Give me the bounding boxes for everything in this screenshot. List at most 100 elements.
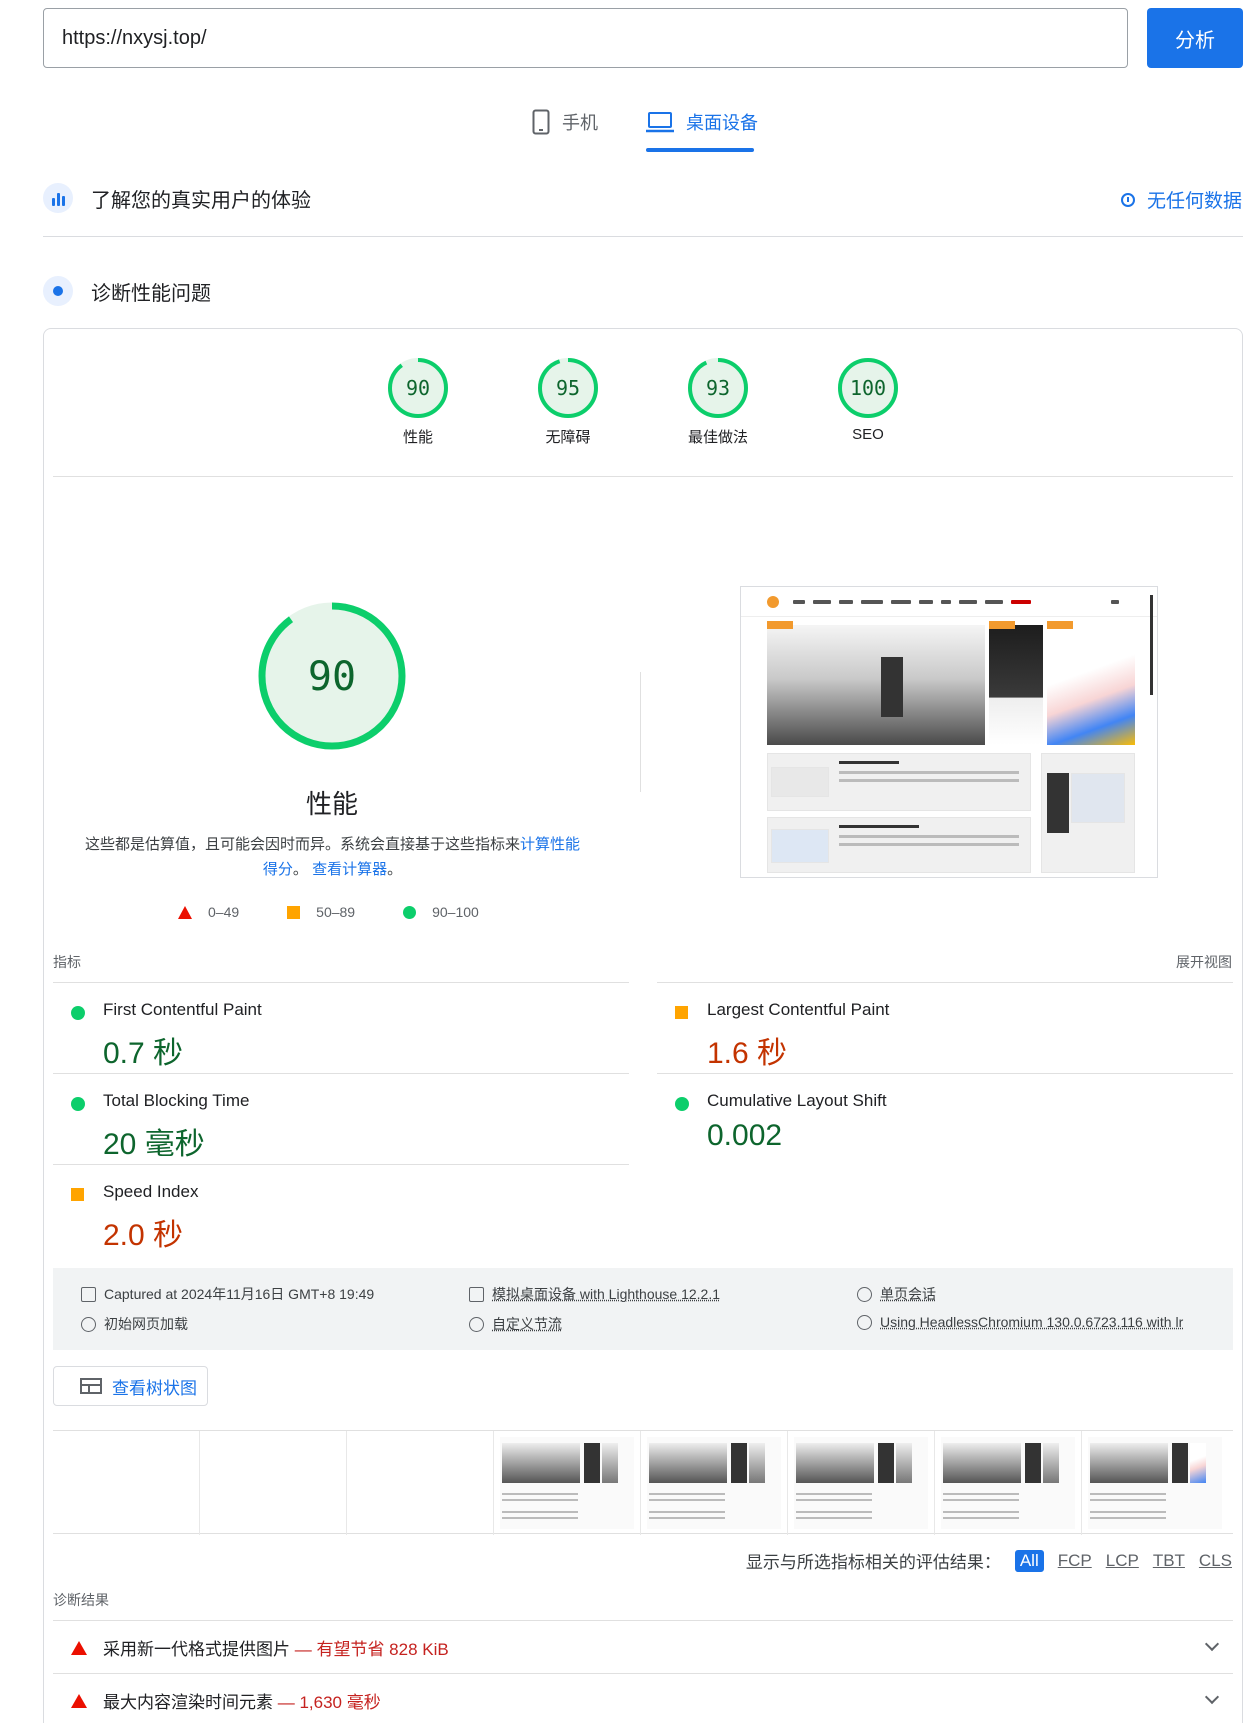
throttling[interactable]: 自定义节流 — [469, 1314, 562, 1334]
phone-icon — [532, 109, 550, 135]
metric-name: Largest Contentful Paint — [707, 1000, 890, 1019]
tab-mobile-label: 手机 — [562, 113, 598, 133]
average-square-icon — [71, 1188, 84, 1201]
performance-note: 这些都是估算值，且可能会因时而异。系统会直接基于这些指标来计算性能得分。 查看计… — [80, 832, 585, 882]
expand-view-toggle[interactable]: 展开视图 — [1176, 952, 1232, 972]
filmstrip-frame[interactable] — [788, 1431, 935, 1535]
score-legend: 0–49 50–89 90–100 — [178, 904, 527, 920]
metric-cls: Cumulative Layout Shift 0.002 — [657, 1075, 1217, 1165]
gauge-ring: 100 — [838, 358, 898, 418]
filter-cls[interactable]: CLS — [1199, 1551, 1232, 1571]
pass-circle-icon — [71, 1097, 85, 1111]
metric-name: Total Blocking Time — [103, 1091, 250, 1110]
average-square-icon — [675, 1006, 688, 1019]
tab-desktop-label: 桌面设备 — [686, 113, 758, 133]
runtime-settings: Captured at 2024年11月16日 GMT+8 19:49 模拟桌面… — [53, 1268, 1233, 1350]
filmstrip-frame[interactable] — [347, 1431, 494, 1535]
filmstrip-frame[interactable] — [641, 1431, 788, 1535]
throttling-text: 自定义节流 — [492, 1316, 562, 1332]
filmstrip-frame[interactable] — [1082, 1431, 1233, 1535]
final-screenshot[interactable] — [740, 586, 1158, 878]
filter-lcp[interactable]: LCP — [1106, 1551, 1139, 1571]
captured-time: Captured at 2024年11月16日 GMT+8 19:49 — [81, 1284, 374, 1304]
treemap-label: 查看树状图 — [112, 1378, 197, 1398]
gauge-score: 100 — [850, 376, 886, 400]
gauge-accessibility[interactable]: 95 无障碍 — [518, 356, 618, 447]
audit-item[interactable]: 采用新一代格式提供图片 — 有望节省 828 KiB — [53, 1620, 1233, 1672]
browser-info[interactable]: Using HeadlessChromium 130.0.6723.116 wi… — [857, 1314, 1183, 1330]
filter-all[interactable]: All — [1014, 1549, 1044, 1572]
divider — [53, 982, 629, 983]
url-input[interactable]: https://nxysj.top/ — [43, 8, 1128, 68]
filmstrip-frame[interactable] — [494, 1431, 641, 1535]
gauge-performance[interactable]: 90 性能 — [368, 356, 468, 447]
gauge-label: 性能 — [402, 429, 433, 446]
legend-pass: 90–100 — [403, 904, 479, 920]
audit-title: 最大内容渲染时间元素 — 1,630 毫秒 — [103, 1688, 381, 1713]
metric-value: 0.7 秒 — [103, 1037, 184, 1070]
diagnose-title: 诊断性能问题 — [91, 282, 211, 305]
gauge-score: 93 — [706, 376, 730, 400]
category-gauges: 90 性能 95 无障碍 93 最佳做法 100 SEO — [0, 356, 1254, 456]
performance-title: 性能 — [305, 789, 358, 819]
gauge-seo[interactable]: 100 SEO — [818, 356, 918, 443]
performance-score: 90 — [308, 654, 356, 700]
metric-value: 1.6 秒 — [707, 1037, 788, 1070]
field-data-icon — [43, 183, 73, 213]
no-data-link[interactable]: 无任何数据 — [1120, 186, 1242, 213]
chevron-down-icon[interactable] — [1204, 1636, 1220, 1652]
screenshot-navbar — [741, 587, 1157, 617]
metric-value: 0.002 — [707, 1119, 783, 1152]
gauge-best-practices[interactable]: 93 最佳做法 — [668, 356, 768, 447]
filter-tbt[interactable]: TBT — [1153, 1551, 1185, 1571]
view-treemap-button[interactable]: 查看树状图 — [53, 1366, 208, 1406]
initial-load: 初始网页加载 — [81, 1314, 188, 1334]
stopwatch-icon — [81, 1316, 96, 1332]
filmstrip-frame[interactable] — [935, 1431, 1082, 1535]
filmstrip-frame[interactable] — [200, 1431, 347, 1535]
fail-triangle-icon — [178, 905, 192, 919]
load-text: 初始网页加载 — [104, 1316, 188, 1332]
crux-section-header[interactable]: 了解您的真实用户的体验 — [43, 183, 311, 213]
filmstrip — [53, 1430, 1233, 1535]
tab-active-indicator — [646, 148, 754, 152]
tab-desktop[interactable]: 桌面设备 — [646, 104, 758, 140]
legend-fail: 0–49 — [178, 904, 239, 920]
device-text: 模拟桌面设备 with Lighthouse 12.2.1 — [492, 1286, 720, 1302]
filmstrip-frame[interactable] — [53, 1431, 200, 1535]
gauge-ring: 95 — [538, 358, 598, 418]
fail-triangle-icon — [71, 1694, 87, 1708]
gauge-label: 最佳做法 — [687, 429, 748, 446]
devices-icon — [469, 1286, 484, 1302]
note-text: 。 — [387, 861, 403, 878]
analyze-button[interactable]: 分析 — [1147, 8, 1243, 68]
chevron-down-icon[interactable] — [1204, 1689, 1220, 1705]
note-text: 这些都是估算值，且可能会因时而异。系统会直接基于这些指标来 — [84, 836, 520, 853]
audit-item[interactable]: 最大内容渲染时间元素 — 1,630 毫秒 — [53, 1673, 1233, 1723]
laptop-icon — [646, 112, 674, 133]
audit-saving: — 1,630 毫秒 — [277, 1693, 381, 1712]
calculator-link[interactable]: 查看计算器 — [312, 861, 387, 878]
tab-mobile[interactable]: 手机 — [532, 104, 598, 140]
pass-circle-icon — [403, 905, 417, 919]
calendar-icon — [81, 1286, 96, 1302]
legend-range: 90–100 — [432, 904, 479, 920]
crux-title: 了解您的真实用户的体验 — [91, 189, 311, 212]
device-tabs: 手机 桌面设备 — [0, 100, 1254, 152]
metric-name: First Contentful Paint — [103, 1000, 262, 1019]
emulated-device[interactable]: 模拟桌面设备 with Lighthouse 12.2.1 — [469, 1284, 720, 1304]
diagnose-section-header: 诊断性能问题 — [43, 276, 211, 306]
fail-triangle-icon — [71, 1641, 87, 1655]
metric-value: 20 毫秒 — [103, 1128, 205, 1161]
divider — [640, 672, 641, 792]
note-text: 。 — [292, 861, 308, 878]
pass-circle-icon — [675, 1097, 689, 1111]
metric-lcp: Largest Contentful Paint 1.6 秒 — [657, 984, 1217, 1074]
session-type[interactable]: 单页会话 — [857, 1284, 936, 1304]
filter-fcp[interactable]: FCP — [1058, 1551, 1092, 1571]
gauge-ring: 93 — [688, 358, 748, 418]
performance-gauge: 90 — [258, 602, 406, 750]
audit-title-text: 最大内容渲染时间元素 — [103, 1693, 273, 1712]
lab-data-icon — [43, 276, 73, 306]
audit-title-text: 采用新一代格式提供图片 — [103, 1640, 290, 1659]
